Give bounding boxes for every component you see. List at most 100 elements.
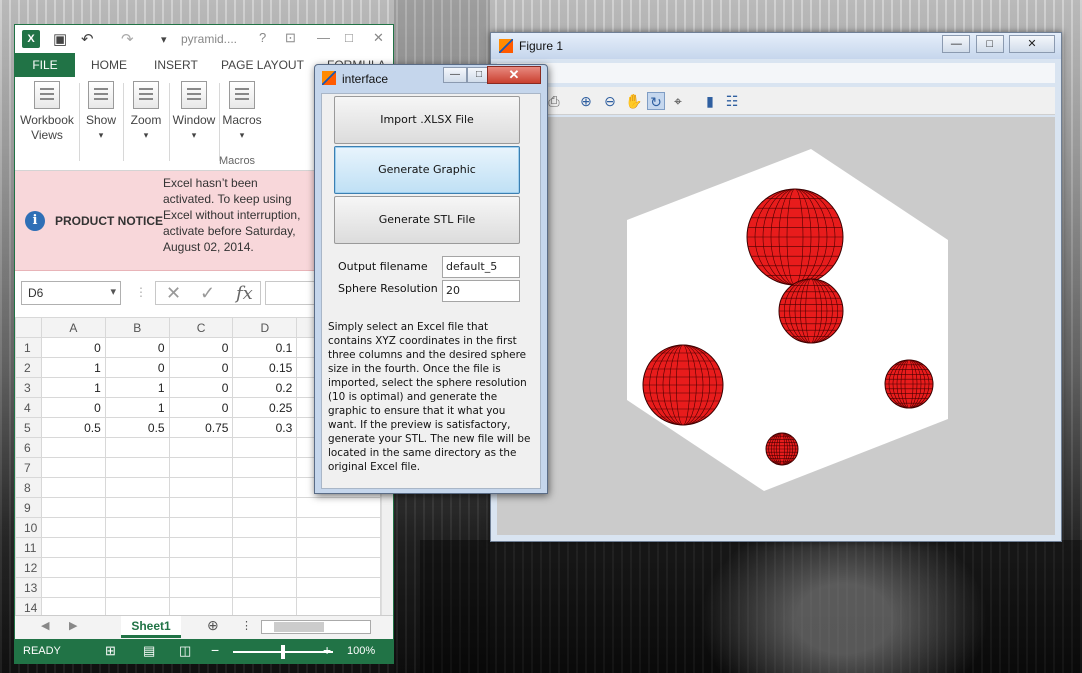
table-cell[interactable] <box>232 537 298 558</box>
column-header-c[interactable]: C <box>168 317 234 338</box>
row-header[interactable]: 13 <box>15 577 42 598</box>
window-button[interactable]: Window ▾ <box>169 81 219 143</box>
tab-insert[interactable]: INSERT <box>154 53 198 77</box>
name-box[interactable]: D6 <box>21 281 121 305</box>
table-cell[interactable] <box>232 597 298 615</box>
table-cell[interactable]: 0 <box>40 337 106 358</box>
table-cell[interactable] <box>232 577 298 598</box>
table-cell[interactable]: 0.2 <box>232 377 298 398</box>
table-cell[interactable] <box>168 477 234 498</box>
zoom-in-icon[interactable]: ⊕ <box>577 92 595 110</box>
zoom-level[interactable]: 100% <box>347 645 375 657</box>
table-cell[interactable]: 0 <box>168 397 234 418</box>
import-xlsx-button[interactable]: Import .XLSX File <box>334 96 520 144</box>
row-header[interactable]: 10 <box>15 517 42 538</box>
column-header-d[interactable]: D <box>232 317 298 338</box>
table-cell[interactable] <box>168 517 234 538</box>
table-cell[interactable]: 0.25 <box>232 397 298 418</box>
table-cell[interactable]: 0 <box>104 337 170 358</box>
generate-stl-button[interactable]: Generate STL File <box>334 196 520 244</box>
row-header[interactable]: 9 <box>15 497 42 518</box>
table-cell[interactable]: 0 <box>104 357 170 378</box>
row-header[interactable]: 11 <box>15 537 42 558</box>
rotate-3d-icon[interactable]: ↻ <box>647 92 665 110</box>
row-header[interactable]: 2 <box>15 357 42 378</box>
table-cell[interactable] <box>40 537 106 558</box>
table-cell[interactable] <box>168 537 234 558</box>
table-cell[interactable]: 0.75 <box>168 417 234 438</box>
table-cell[interactable] <box>40 497 106 518</box>
scroll-thumb[interactable] <box>274 622 324 632</box>
table-cell[interactable] <box>168 577 234 598</box>
table-cell[interactable]: 1 <box>104 397 170 418</box>
table-cell[interactable]: 0.5 <box>40 417 106 438</box>
table-cell[interactable]: 0.15 <box>232 357 298 378</box>
cancel-icon[interactable]: ✕ <box>166 283 181 304</box>
row-header[interactable]: 6 <box>15 437 42 458</box>
table-cell[interactable] <box>40 557 106 578</box>
table-cell[interactable]: 1 <box>40 377 106 398</box>
table-cell[interactable] <box>168 557 234 578</box>
table-cell[interactable]: 0 <box>168 337 234 358</box>
table-cell[interactable] <box>104 597 170 615</box>
macros-button[interactable]: Macros ▾ <box>221 81 263 143</box>
table-cell[interactable] <box>232 437 298 458</box>
table-cell[interactable] <box>40 477 106 498</box>
redo-icon[interactable]: ↷ <box>121 30 134 48</box>
tab-page-layout[interactable]: PAGE LAYOUT <box>221 53 304 77</box>
minimize-button[interactable]: — <box>942 35 971 53</box>
table-cell[interactable] <box>40 597 106 615</box>
sphere-resolution-field[interactable]: 20 <box>442 280 520 302</box>
zoom-slider-thumb[interactable] <box>281 645 285 659</box>
table-cell[interactable] <box>40 517 106 538</box>
maximize-button[interactable]: □ <box>975 35 1004 53</box>
customize-toolbar-icon[interactable]: ▾ <box>161 33 167 46</box>
table-cell[interactable] <box>40 577 106 598</box>
horizontal-scrollbar[interactable] <box>261 620 371 634</box>
tab-home[interactable]: HOME <box>91 53 127 77</box>
table-cell[interactable] <box>40 437 106 458</box>
table-cell[interactable] <box>232 557 298 578</box>
figure-canvas[interactable] <box>497 117 1055 535</box>
tab-file[interactable]: FILE <box>15 53 75 77</box>
zoom-in-icon[interactable]: + <box>323 642 331 658</box>
close-button[interactable]: ✕ <box>373 30 384 46</box>
table-cell[interactable] <box>296 497 381 518</box>
enter-icon[interactable]: ✓ <box>200 283 215 304</box>
row-header[interactable]: 8 <box>15 477 42 498</box>
table-cell[interactable] <box>104 497 170 518</box>
table-cell[interactable] <box>168 597 234 615</box>
close-button[interactable]: ✕ <box>487 66 541 84</box>
table-cell[interactable]: 1 <box>104 377 170 398</box>
show-button[interactable]: Show ▾ <box>81 81 121 143</box>
table-cell[interactable] <box>104 477 170 498</box>
table-cell[interactable] <box>104 577 170 598</box>
page-break-view-icon[interactable]: ◫ <box>179 643 191 659</box>
row-header[interactable]: 7 <box>15 457 42 478</box>
workbook-views-button[interactable]: Workbook Views <box>17 81 77 143</box>
table-cell[interactable] <box>296 597 381 615</box>
output-filename-field[interactable]: default_5 <box>442 256 520 278</box>
column-header-b[interactable]: B <box>104 317 170 338</box>
table-cell[interactable]: 0.5 <box>104 417 170 438</box>
table-cell[interactable] <box>296 537 381 558</box>
table-cell[interactable]: 0 <box>40 397 106 418</box>
table-cell[interactable]: 0.1 <box>232 337 298 358</box>
add-sheet-icon[interactable]: ⊕ <box>207 617 219 634</box>
table-cell[interactable] <box>232 497 298 518</box>
row-header[interactable]: 12 <box>15 557 42 578</box>
row-header[interactable]: 1 <box>15 337 42 358</box>
ribbon-display-icon[interactable]: ⊡ <box>285 30 296 46</box>
minimize-button[interactable]: — <box>317 30 330 45</box>
undo-icon[interactable]: ↶ <box>81 30 94 48</box>
row-header[interactable]: 14 <box>15 597 42 615</box>
table-cell[interactable] <box>168 437 234 458</box>
next-sheet-icon[interactable]: ▶ <box>69 619 77 632</box>
normal-view-icon[interactable]: ⊞ <box>105 643 116 659</box>
table-cell[interactable] <box>40 457 106 478</box>
table-cell[interactable] <box>104 437 170 458</box>
zoom-out-icon[interactable]: − <box>211 642 219 658</box>
table-cell[interactable]: 0 <box>168 377 234 398</box>
table-cell[interactable] <box>232 517 298 538</box>
table-cell[interactable] <box>232 457 298 478</box>
